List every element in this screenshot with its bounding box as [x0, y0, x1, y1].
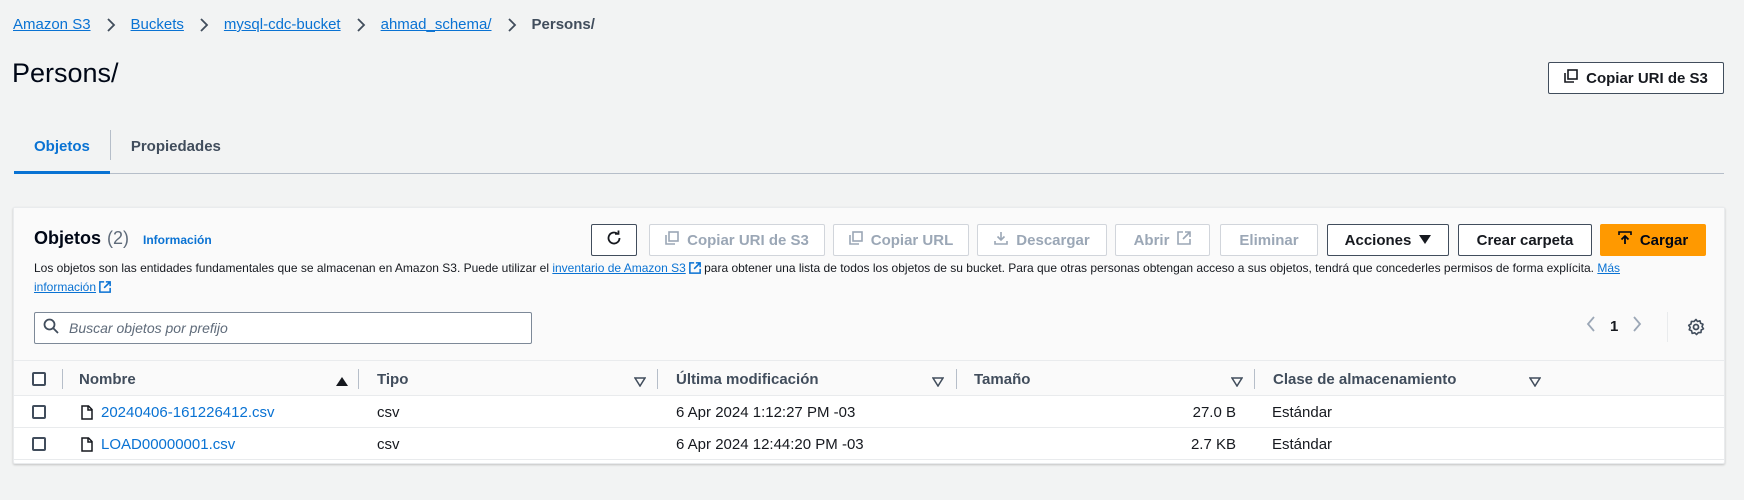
actions-dropdown[interactable]: Acciones [1327, 224, 1449, 256]
select-all-checkbox[interactable] [32, 372, 46, 386]
column-divider [358, 369, 359, 389]
cell-size: 27.0 B [1192, 403, 1236, 421]
copy-s3-uri-button[interactable]: Copiar URI de S3 [649, 224, 825, 256]
objects-count: (2) [107, 228, 130, 248]
file-name-link[interactable]: LOAD00000001.csv [101, 436, 235, 453]
description-text-2: para obtener una lista de todos los obje… [700, 261, 1598, 275]
caret-down-icon [1419, 232, 1432, 249]
row-checkbox[interactable] [32, 405, 46, 419]
sort-ascending-icon[interactable] [336, 374, 348, 392]
column-header-name[interactable]: Nombre [79, 361, 136, 397]
tab-properties[interactable]: Propiedades [111, 128, 241, 174]
file-name-link[interactable]: 20240406-161226412.csv [101, 404, 274, 421]
copy-icon [665, 231, 679, 249]
column-header-size[interactable]: Tamaño [974, 361, 1030, 397]
chevron-right-icon[interactable] [1632, 316, 1642, 336]
chevron-left-icon[interactable] [1586, 316, 1596, 336]
cell-storage-class: Estándar [1272, 403, 1333, 421]
sort-icon[interactable] [633, 374, 647, 392]
open-button[interactable]: Abrir [1115, 224, 1210, 256]
open-label: Abrir [1133, 231, 1170, 249]
tab-objects[interactable]: Objetos [14, 128, 110, 174]
objects-panel-title: Objetos (2) Información [34, 228, 212, 249]
objects-panel: Objetos (2) Información Copiar URI de S3… [13, 207, 1725, 464]
gear-icon[interactable] [1687, 318, 1705, 341]
objects-description: Los objetos son las entidades fundamenta… [34, 260, 1654, 298]
column-header-storage-class[interactable]: Clase de almacenamiento [1273, 361, 1456, 397]
column-divider [956, 369, 957, 389]
page-title: Persons/ [12, 58, 119, 88]
chevron-right-icon [103, 17, 119, 33]
upload-button[interactable]: Cargar [1600, 224, 1706, 256]
refresh-icon [606, 230, 622, 250]
download-button[interactable]: Descargar [977, 224, 1107, 256]
refresh-button[interactable] [591, 224, 637, 256]
breadcrumb-buckets[interactable]: Buckets [131, 16, 184, 33]
search-input[interactable] [69, 320, 489, 336]
pagination-divider [1667, 312, 1668, 342]
column-divider [657, 369, 658, 389]
copy-url-label: Copiar URL [870, 231, 954, 249]
external-link-icon [99, 281, 111, 298]
cell-type: csv [377, 435, 400, 453]
column-divider [62, 369, 63, 389]
sort-icon[interactable] [1230, 374, 1244, 392]
upload-label: Cargar [1639, 231, 1689, 249]
cell-name: LOAD00000001.csv [101, 428, 235, 460]
tab-list: Objetos Propiedades [14, 128, 1724, 174]
info-link[interactable]: Información [143, 233, 212, 247]
column-header-type[interactable]: Tipo [377, 361, 408, 397]
current-page[interactable]: 1 [1610, 318, 1618, 335]
delete-label: Eliminar [1239, 231, 1299, 249]
table-row: LOAD00000001.csv csv 6 Apr 2024 12:44:20… [14, 428, 1724, 460]
copy-icon [1564, 69, 1578, 87]
sort-icon[interactable] [931, 374, 945, 392]
pagination: 1 [1586, 316, 1642, 336]
column-divider [1254, 369, 1255, 389]
cell-type: csv [377, 403, 400, 421]
breadcrumb-bucket[interactable]: mysql-cdc-bucket [224, 16, 341, 33]
create-folder-button[interactable]: Crear carpeta [1458, 224, 1592, 256]
objects-title-text: Objetos [34, 228, 102, 248]
chevron-right-icon [196, 17, 212, 33]
cell-name: 20240406-161226412.csv [101, 396, 274, 428]
column-header-modified[interactable]: Última modificación [676, 361, 819, 397]
external-link-icon [1177, 231, 1192, 249]
copy-icon [848, 231, 863, 249]
cell-size: 2.7 KB [1190, 435, 1236, 453]
copy-url-button[interactable]: Copiar URL [833, 224, 969, 256]
search-icon [43, 318, 59, 339]
file-icon [81, 428, 93, 460]
table-header: Nombre Tipo Última modificación Tamaño C… [14, 360, 1724, 396]
chevron-right-icon [504, 17, 520, 33]
table-row: 20240406-161226412.csv csv 6 Apr 2024 1:… [14, 396, 1724, 428]
cell-storage-class: Estándar [1272, 435, 1333, 453]
inventory-link[interactable]: inventario de Amazon S3 [552, 261, 685, 275]
search-box [34, 312, 532, 344]
description-text-1: Los objetos son las entidades fundamenta… [34, 261, 553, 275]
copy-s3-uri-header-button[interactable]: Copiar URI de S3 [1548, 62, 1724, 94]
download-icon [994, 231, 1009, 249]
download-label: Descargar [1016, 231, 1090, 249]
copy-s3-uri-header-label: Copiar URI de S3 [1586, 69, 1708, 87]
breadcrumb-amazon-s3[interactable]: Amazon S3 [13, 16, 91, 33]
chevron-right-icon [353, 17, 369, 33]
breadcrumb-schema[interactable]: ahmad_schema/ [381, 16, 492, 33]
upload-icon [1618, 231, 1632, 249]
row-checkbox[interactable] [32, 437, 46, 451]
copy-s3-uri-label: Copiar URI de S3 [687, 231, 809, 249]
cell-modified: 6 Apr 2024 1:12:27 PM -03 [676, 403, 856, 421]
cell-modified: 6 Apr 2024 12:44:20 PM -03 [676, 435, 864, 453]
external-link-icon [688, 262, 701, 279]
actions-label: Acciones [1344, 231, 1412, 249]
delete-button[interactable]: Eliminar [1220, 224, 1318, 256]
file-icon [81, 396, 93, 428]
create-folder-label: Crear carpeta [1476, 231, 1574, 249]
breadcrumb: Amazon S3 Buckets mysql-cdc-bucket ahmad… [13, 16, 595, 33]
sort-icon[interactable] [1528, 374, 1542, 392]
breadcrumb-current: Persons/ [531, 16, 595, 33]
